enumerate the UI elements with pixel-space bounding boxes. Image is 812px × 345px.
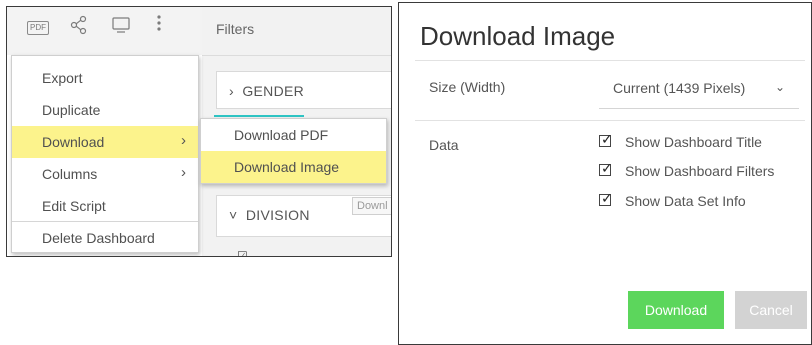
menu-item-download[interactable]: Download › <box>12 126 198 158</box>
filter-gender-label: › GENDER <box>229 83 305 99</box>
dashboard-toolbar: PDF <box>7 7 202 55</box>
dashboard-menu-screenshot: PDF Filters › GENDER ˅ DIVISION Downl ☑ … <box>6 6 392 257</box>
menu-item-delete-dashboard[interactable]: Delete Dashboard <box>12 222 198 254</box>
submenu-item-download-pdf[interactable]: Download PDF <box>201 119 386 151</box>
filters-divider <box>202 55 391 56</box>
menu-item-edit-script[interactable]: Edit Script <box>12 190 198 222</box>
dialog-title-divider <box>415 60 805 61</box>
chevron-down-icon: ˅ <box>229 207 238 223</box>
chevron-right-icon: › <box>181 132 186 149</box>
checkbox-checked-icon[interactable]: ✓ <box>599 160 613 176</box>
menu-item-duplicate[interactable]: Duplicate <box>12 94 198 126</box>
checkbox-checked-icon[interactable]: ☑ <box>237 249 248 256</box>
gender-accent-line <box>214 115 304 117</box>
data-label: Data <box>429 137 459 153</box>
filters-title: Filters <box>216 21 255 37</box>
size-select-value: Current (1439 Pixels) <box>613 80 746 96</box>
chevron-right-icon: › <box>181 164 186 181</box>
submenu-item-download-image[interactable]: Download Image <box>201 151 386 183</box>
cancel-button[interactable]: Cancel <box>735 291 807 329</box>
menu-item-export[interactable]: Export <box>12 62 198 94</box>
filter-gender[interactable]: › GENDER <box>216 71 391 109</box>
dialog-title: Download Image <box>420 21 616 51</box>
more-vertical-icon[interactable] <box>156 12 162 39</box>
size-label: Size (Width) <box>429 79 506 95</box>
download-image-dialog: Download Image Size (Width) Current (143… <box>398 2 812 345</box>
menu-item-columns[interactable]: Columns › <box>12 158 198 190</box>
dialog-section-divider <box>415 120 805 121</box>
size-select[interactable]: Current (1439 Pixels) ⌄ <box>599 68 799 109</box>
tooltip: Downl <box>352 197 391 215</box>
chevron-right-icon: › <box>229 83 234 99</box>
monitor-icon[interactable] <box>111 15 131 38</box>
download-submenu: Download PDF Download Image <box>200 118 387 184</box>
checkbox-checked-icon[interactable]: ✓ <box>599 190 613 206</box>
checkbox-checked-icon[interactable]: ✓ <box>599 131 613 147</box>
share-icon[interactable] <box>70 15 88 38</box>
download-button[interactable]: Download <box>628 291 724 329</box>
chevron-down-icon: ⌄ <box>774 80 785 94</box>
dashboard-context-menu: Export Duplicate Download › Columns › Ed… <box>11 55 199 253</box>
filter-division-label: ˅ DIVISION <box>229 207 310 223</box>
pdf-icon[interactable]: PDF <box>27 21 49 35</box>
